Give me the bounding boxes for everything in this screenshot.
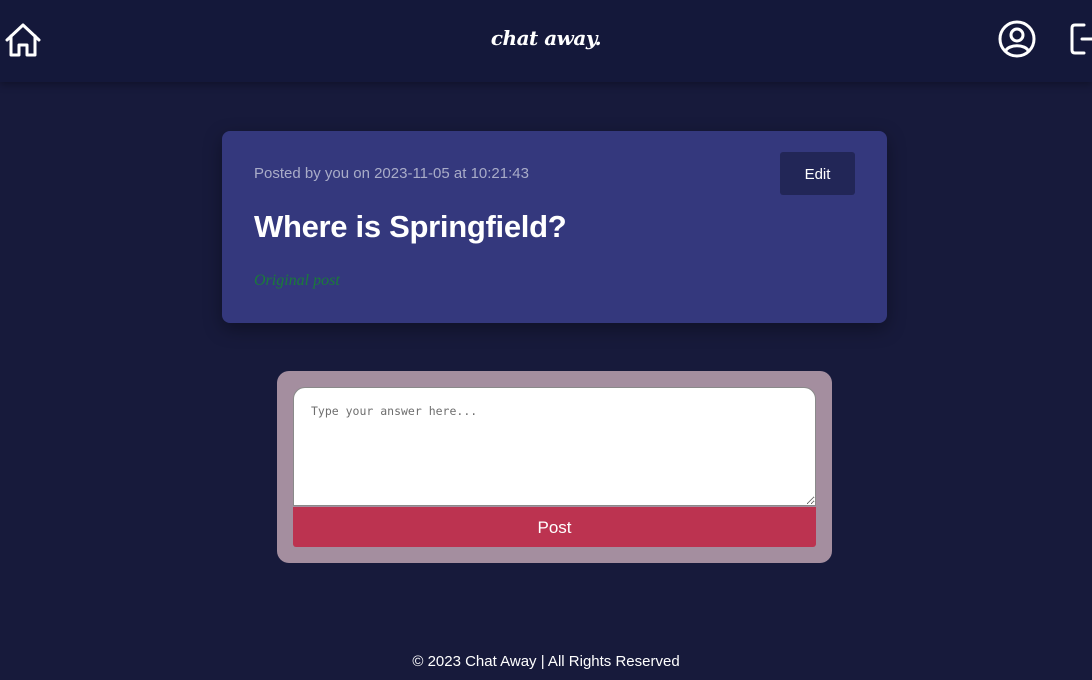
edit-button[interactable]: Edit: [780, 152, 855, 195]
top-navbar: chat away.: [0, 0, 1092, 82]
post-answer-button[interactable]: Post: [293, 507, 816, 547]
footer-copyright: © 2023 Chat Away | All Rights Reserved: [412, 653, 680, 670]
original-post-label: Original post: [254, 272, 340, 289]
user-circle-icon[interactable]: [997, 19, 1037, 59]
post-meta: Posted by you on 2023-11-05 at 10:21:43: [254, 165, 529, 182]
post-title: Where is Springfield?: [254, 209, 567, 244]
answer-form: Post: [277, 371, 832, 563]
brand-logo[interactable]: chat away.: [0, 26, 1092, 50]
post-meta-prefix: Posted by you on: [254, 165, 375, 182]
post-time: 10:21:43: [470, 165, 529, 182]
answer-textarea[interactable]: [293, 387, 816, 506]
post-card: Posted by you on 2023-11-05 at 10:21:43 …: [222, 131, 887, 323]
post-date: 2023-11-05: [374, 165, 450, 182]
post-meta-mid: at: [449, 165, 471, 182]
logout-icon[interactable]: [1068, 20, 1092, 58]
